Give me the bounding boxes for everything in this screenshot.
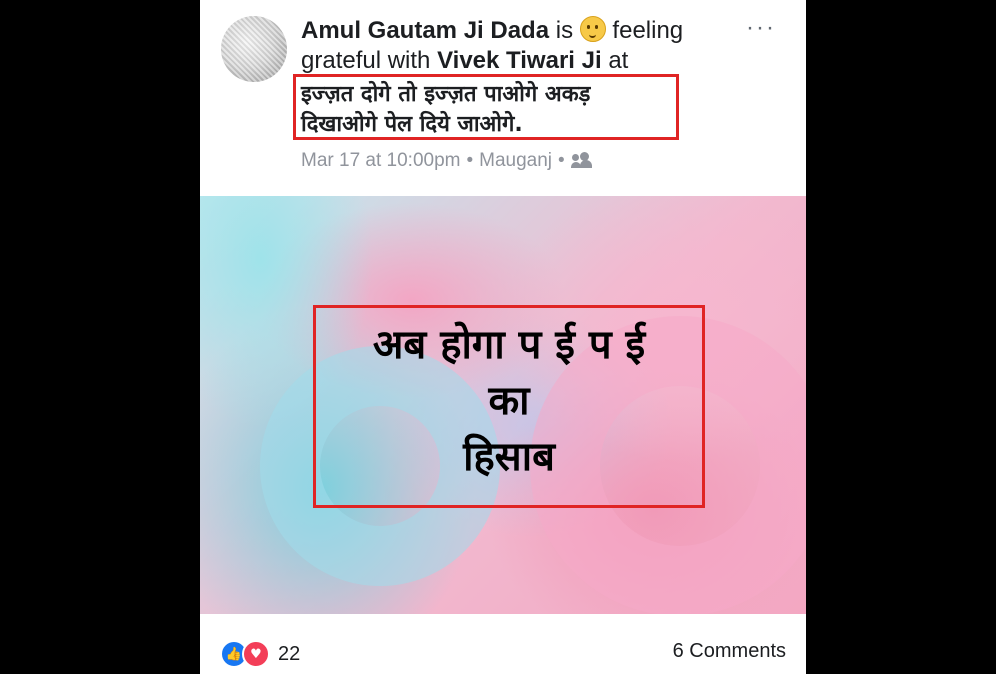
reactions[interactable]: 👍 ♥ 22 [220,640,300,668]
grateful-text: grateful with [301,47,431,74]
post-footer: 👍 ♥ 22 6 Comments [200,614,806,674]
status-text: इज्ज़त दोगे तो इज्ज़त पाओगे अकड़ दिखाओगे… [301,80,681,140]
timestamp[interactable]: Mar 17 at 10:00pm [301,150,460,172]
status-line-2: दिखाओगे पेल दिये जाओगे. [301,112,523,137]
meta-separator-2: • [558,150,565,171]
post-photo[interactable]: अब होगा प ई प ई का हिसाब [200,196,806,614]
friends-icon [570,154,593,168]
post-header: Amul Gautam Ji Dada is feeling grateful … [301,16,741,76]
photo-line-3: हिसाब [463,434,555,480]
photo-line-1: अब होगा प ई प ई [372,322,646,368]
more-options-icon[interactable]: ··· [746,14,776,42]
tagged-friend[interactable]: Vivek Tiwari Ji [437,47,602,74]
avatar[interactable] [221,16,287,82]
post-card: ··· Amul Gautam Ji Dada is feeling grate… [200,0,806,674]
feeling-text: feeling [612,17,684,44]
post-meta: Mar 17 at 10:00pm • Mauganj • [301,150,593,172]
status-line-1: इज्ज़त दोगे तो इज्ज़त पाओगे अकड़ [301,82,591,107]
meta-separator: • [466,150,474,171]
photo-line-2: का [488,378,530,424]
author-name[interactable]: Amul Gautam Ji Dada [301,17,549,44]
love-icon: ♥ [242,640,270,668]
photo-caption: अब होगा प ई प ई का हिसाब [313,317,705,485]
feeling-emoji-icon [579,16,606,42]
reaction-count: 22 [278,642,301,665]
is-text: is [555,17,574,44]
at-text: at [608,47,629,74]
comments-count[interactable]: 6 Comments [673,640,786,663]
location[interactable]: Mauganj [479,150,552,172]
